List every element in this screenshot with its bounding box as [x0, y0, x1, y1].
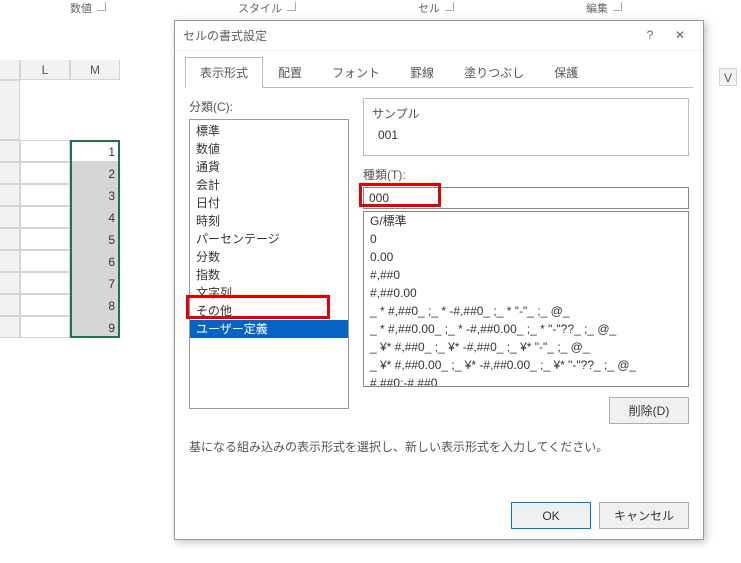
- list-item[interactable]: #,##0.00: [364, 284, 688, 302]
- table-row: 9: [0, 316, 180, 338]
- col-header-M[interactable]: M: [70, 60, 120, 80]
- hint-text: 基になる組み込みの表示形式を選択し、新しい表示形式を入力してください。: [189, 438, 689, 455]
- cell-M-2[interactable]: 2: [70, 162, 120, 184]
- sample-value: 001: [372, 128, 680, 142]
- sample-label: サンプル: [372, 105, 680, 122]
- table-row: 3: [0, 184, 180, 206]
- list-item[interactable]: その他: [190, 302, 348, 320]
- list-item[interactable]: 文字列: [190, 284, 348, 302]
- table-row: 6: [0, 250, 180, 272]
- type-input[interactable]: [363, 187, 689, 209]
- table-row: 4: [0, 206, 180, 228]
- list-item[interactable]: _ ¥* #,##0_ ;_ ¥* -#,##0_ ;_ ¥* "-"_ ;_ …: [364, 338, 688, 356]
- ribbon-group-number: 数値: [70, 0, 92, 16]
- titlebar: セルの書式設定 ? ✕: [175, 21, 703, 51]
- list-item[interactable]: パーセンテージ: [190, 230, 348, 248]
- cell-M-9[interactable]: 9: [70, 316, 120, 338]
- ribbon-group-edit: 編集: [586, 0, 608, 16]
- table-row: 1: [0, 140, 180, 162]
- tab-font[interactable]: フォント: [317, 57, 395, 88]
- list-item[interactable]: 通貨: [190, 158, 348, 176]
- list-item[interactable]: _ * #,##0_ ;_ * -#,##0_ ;_ * "-"_ ;_ @_: [364, 302, 688, 320]
- col-header-L[interactable]: L: [20, 60, 70, 80]
- tab-fill[interactable]: 塗りつぶし: [449, 57, 539, 88]
- list-item[interactable]: 指数: [190, 266, 348, 284]
- list-item[interactable]: #,##0: [364, 266, 688, 284]
- dialog-title: セルの書式設定: [183, 27, 635, 44]
- col-header-V[interactable]: V: [719, 68, 737, 86]
- list-item[interactable]: 0: [364, 230, 688, 248]
- list-item[interactable]: 数値: [190, 140, 348, 158]
- cell-M-6[interactable]: 6: [70, 250, 120, 272]
- tab-border[interactable]: 罫線: [395, 57, 449, 88]
- list-item[interactable]: _ ¥* #,##0.00_ ;_ ¥* -#,##0.00_ ;_ ¥* "-…: [364, 356, 688, 374]
- ribbon: 数値 スタイル セル 編集: [0, 0, 741, 18]
- type-label: 種類(T):: [363, 166, 689, 183]
- cancel-button[interactable]: キャンセル: [599, 502, 689, 529]
- tab-alignment[interactable]: 配置: [263, 57, 317, 88]
- format-listbox[interactable]: G/標準 0 0.00 #,##0 #,##0.00 _ * #,##0_ ;_…: [363, 211, 689, 387]
- cell-M-3[interactable]: 3: [70, 184, 120, 206]
- help-button[interactable]: ?: [635, 23, 665, 49]
- tab-strip: 表示形式 配置 フォント 罫線 塗りつぶし 保護: [175, 51, 703, 88]
- table-row: 8: [0, 294, 180, 316]
- table-row: 2: [0, 162, 180, 184]
- corner-cell[interactable]: [0, 60, 20, 80]
- list-item[interactable]: 分数: [190, 248, 348, 266]
- rows: 1 2 3 4 5 6 7 8 9: [0, 80, 180, 338]
- list-item[interactable]: G/標準: [364, 212, 688, 230]
- ribbon-group-cell: セル: [418, 0, 440, 16]
- ok-button[interactable]: OK: [511, 502, 591, 529]
- format-cells-dialog: セルの書式設定 ? ✕ 表示形式 配置 フォント 罫線 塗りつぶし 保護 分類(…: [174, 20, 704, 540]
- list-item[interactable]: #,##0;-#,##0: [364, 374, 688, 387]
- tab-protection[interactable]: 保護: [539, 57, 593, 88]
- spreadsheet: L M 1 2 3 4 5 6 7 8 9: [0, 60, 180, 338]
- delete-button[interactable]: 削除(D): [609, 397, 689, 424]
- column-headers: L M: [0, 60, 180, 80]
- list-item[interactable]: 時刻: [190, 212, 348, 230]
- list-item[interactable]: _ * #,##0.00_ ;_ * -#,##0.00_ ;_ * "-"??…: [364, 320, 688, 338]
- list-item[interactable]: 会計: [190, 176, 348, 194]
- table-row: 7: [0, 272, 180, 294]
- category-listbox[interactable]: 標準 数値 通貨 会計 日付 時刻 パーセンテージ 分数 指数 文字列 その他 …: [189, 119, 349, 409]
- close-icon: ✕: [675, 28, 685, 42]
- list-item[interactable]: 日付: [190, 194, 348, 212]
- category-label: 分類(C):: [189, 98, 349, 115]
- list-item-user-defined[interactable]: ユーザー定義: [190, 320, 348, 338]
- sample-box: サンプル 001: [363, 98, 689, 156]
- dialog-buttons: OK キャンセル: [175, 492, 703, 539]
- cell-M-7[interactable]: 7: [70, 272, 120, 294]
- cell-M-4[interactable]: 4: [70, 206, 120, 228]
- list-item[interactable]: 標準: [190, 122, 348, 140]
- ribbon-group-style: スタイル: [238, 0, 282, 16]
- dialog-content: 分類(C): 標準 数値 通貨 会計 日付 時刻 パーセンテージ 分数 指数 文…: [175, 88, 703, 492]
- cell-M-8[interactable]: 8: [70, 294, 120, 316]
- list-item[interactable]: 0.00: [364, 248, 688, 266]
- close-button[interactable]: ✕: [665, 23, 695, 49]
- cell-M-1[interactable]: 1: [70, 140, 120, 162]
- table-row: 5: [0, 228, 180, 250]
- tab-number-format[interactable]: 表示形式: [185, 57, 263, 88]
- cell-M-5[interactable]: 5: [70, 228, 120, 250]
